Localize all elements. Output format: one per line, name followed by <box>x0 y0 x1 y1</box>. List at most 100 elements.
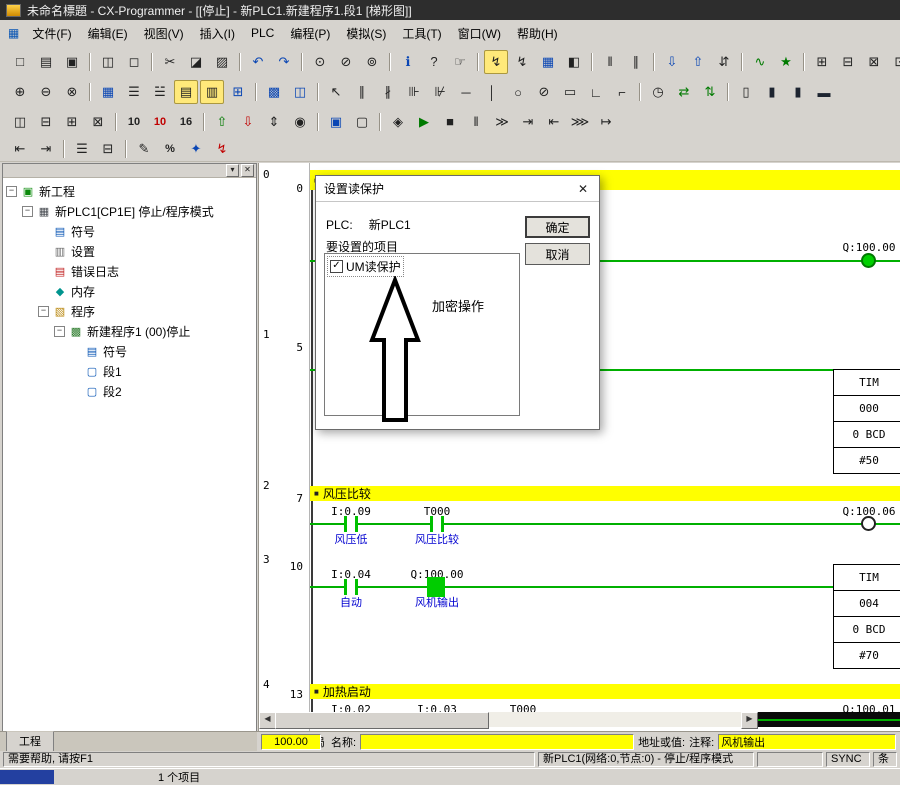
show-rung-annotations-button[interactable]: ☱ <box>148 80 172 104</box>
find-button[interactable]: ⊙ <box>308 50 332 74</box>
menu-help[interactable]: 帮助(H) <box>509 22 566 45</box>
save-button[interactable]: ▣ <box>60 50 84 74</box>
rung3-contact-1[interactable] <box>344 579 358 595</box>
help-button[interactable]: ? <box>422 50 446 74</box>
run-simulation-button[interactable]: ▶ <box>412 110 436 134</box>
decimal-display-button[interactable]: 10 <box>122 110 146 134</box>
zoom-out-button[interactable]: ⊖ <box>34 80 58 104</box>
grid-toggle-button[interactable]: ▦ <box>96 80 120 104</box>
line-delete-button[interactable]: ⌐ <box>610 80 634 104</box>
run-to-cursor-button[interactable]: ↦ <box>594 110 618 134</box>
redo-button[interactable]: ↷ <box>272 50 296 74</box>
dark-tool3-button[interactable]: ▬ <box>812 80 836 104</box>
tree-expander-icon[interactable]: − <box>38 306 49 317</box>
scroll-right-button[interactable]: ▶ <box>741 712 758 729</box>
scrollbar-thumb[interactable] <box>275 712 489 729</box>
menu-tools[interactable]: 工具(T) <box>394 22 449 45</box>
compare-with-plc-button[interactable]: ⇵ <box>712 50 736 74</box>
dark-tool2-button[interactable]: ▮ <box>786 80 810 104</box>
new-or-contact-button[interactable]: ⊪ <box>402 80 426 104</box>
open-file-button[interactable]: ▤ <box>34 50 58 74</box>
tree-item-new-project[interactable]: − ▣ 新工程 <box>3 181 256 201</box>
window-split-button[interactable]: ◫ <box>8 110 32 134</box>
tree-item-program1[interactable]: − ▩ 新建程序1 (00)停止 <box>3 321 256 341</box>
line-connect-button[interactable]: ∟ <box>584 80 608 104</box>
cascade-windows-button[interactable]: ⊞ <box>810 50 834 74</box>
workspace-menu-button[interactable]: ▾ <box>226 164 239 177</box>
hex-display-button[interactable]: 16 <box>174 110 198 134</box>
step-run-button[interactable]: ≫ <box>490 110 514 134</box>
swap-button[interactable]: ⇄ <box>672 80 696 104</box>
rung2-contact1-name[interactable]: 风压低 <box>316 531 386 547</box>
menu-window[interactable]: 窗口(W) <box>450 22 509 45</box>
monitor-button[interactable]: ↯ <box>484 50 508 74</box>
menu-view[interactable]: 视图(V) <box>136 22 192 45</box>
vertical-line-button[interactable]: │ <box>480 80 504 104</box>
indent-rung-button[interactable]: ⇥ <box>34 137 58 161</box>
monitor-in-rung-button[interactable]: ▤ <box>174 80 198 104</box>
rung1-number[interactable]: 1 <box>263 328 270 341</box>
find-address-button[interactable]: ⊚ <box>360 50 384 74</box>
horizontal-scrollbar[interactable]: ◀ ▶ <box>259 712 758 727</box>
symbol-table-button[interactable]: ◫ <box>288 80 312 104</box>
properties-button[interactable]: ℹ <box>396 50 420 74</box>
tree-item-section1[interactable]: ▢ 段1 <box>3 361 256 381</box>
new-file-button[interactable]: □ <box>8 50 32 74</box>
scroll-left-button[interactable]: ◀ <box>259 712 276 729</box>
rung2-number[interactable]: 2 <box>263 479 270 492</box>
comment-input[interactable] <box>718 734 896 750</box>
clock-pulse-button[interactable]: ◷ <box>646 80 670 104</box>
outdent-rung-button[interactable]: ⇤ <box>8 137 32 161</box>
tree-item-symbols[interactable]: ▤ 符号 <box>3 221 256 241</box>
pause-simulation-button[interactable]: ‖ <box>464 110 488 134</box>
new-coil-button[interactable]: ○ <box>506 80 530 104</box>
cancel-button[interactable]: 取消 <box>525 243 590 265</box>
differential-monitor-button[interactable]: ↯ <box>210 137 234 161</box>
usage-rate-button[interactable]: % <box>158 137 182 161</box>
transfer-to-plc-button[interactable]: ⇩ <box>660 50 684 74</box>
tree-expander-icon[interactable]: − <box>6 186 17 197</box>
tree-item-settings[interactable]: ▥ 设置 <box>3 241 256 261</box>
rung-wrap-button[interactable]: ☰ <box>70 137 94 161</box>
rung0-number[interactable]: 0 <box>263 168 270 181</box>
replace-button[interactable]: ⊘ <box>334 50 358 74</box>
tree-item-plc[interactable]: − ▦ 新PLC1[CP1E] 停止/程序模式 <box>3 201 256 221</box>
show-grid-button[interactable]: ⊞ <box>226 80 250 104</box>
transfer-from-plc-button[interactable]: ⇧ <box>686 50 710 74</box>
signed-decimal-display-button[interactable]: 10 <box>148 110 172 134</box>
sync-button[interactable]: ⇅ <box>698 80 722 104</box>
taskbar-button-fragment[interactable] <box>0 770 54 784</box>
new-closed-contact-button[interactable]: ∦ <box>376 80 400 104</box>
continuous-run-button[interactable]: ⋙ <box>568 110 592 134</box>
tree-expander-icon[interactable]: − <box>54 326 65 337</box>
rung3-contact1-name[interactable]: 自动 <box>316 594 386 610</box>
online-edit-button[interactable]: ◧ <box>562 50 586 74</box>
force-off-button[interactable]: ⇩ <box>236 110 260 134</box>
new-or-closed-contact-button[interactable]: ⊮ <box>428 80 452 104</box>
io-comment-button[interactable]: ▩ <box>262 80 286 104</box>
compile-button[interactable]: ▦ <box>536 50 560 74</box>
menu-program[interactable]: 编程(P) <box>282 22 338 45</box>
open-io-table-button[interactable]: ▣ <box>324 110 348 134</box>
cut-button[interactable]: ✂ <box>158 50 182 74</box>
resume-button[interactable]: ∥ <box>624 50 648 74</box>
close-all-windows-button[interactable]: ⊠ <box>86 110 110 134</box>
zoom-in-button[interactable]: ⊕ <box>8 80 32 104</box>
rung2-contact-2[interactable] <box>430 516 444 532</box>
horizontal-line-button[interactable]: ─ <box>454 80 478 104</box>
ok-button[interactable]: 确定 <box>525 216 590 238</box>
tile-horizontal-button[interactable]: ⊟ <box>34 110 58 134</box>
menu-insert[interactable]: 插入(I) <box>192 22 243 45</box>
force-cancel-button[interactable]: ⇕ <box>262 110 286 134</box>
edit-comment-button[interactable]: ✎ <box>132 137 156 161</box>
step-in-button[interactable]: ⇥ <box>516 110 540 134</box>
set-value-button[interactable]: ◉ <box>288 110 312 134</box>
dark-tool-button[interactable]: ▮ <box>760 80 784 104</box>
tree-item-error-log[interactable]: ▤ 错误日志 <box>3 261 256 281</box>
project-tab[interactable]: 工程 <box>6 731 54 752</box>
new-closed-coil-button[interactable]: ⊘ <box>532 80 556 104</box>
force-on-button[interactable]: ⇧ <box>210 110 234 134</box>
paste-button[interactable]: ▨ <box>210 50 234 74</box>
print-button[interactable]: ◫ <box>96 50 120 74</box>
rung4-comment-bar[interactable]: ■ 加热启动 <box>310 684 900 699</box>
